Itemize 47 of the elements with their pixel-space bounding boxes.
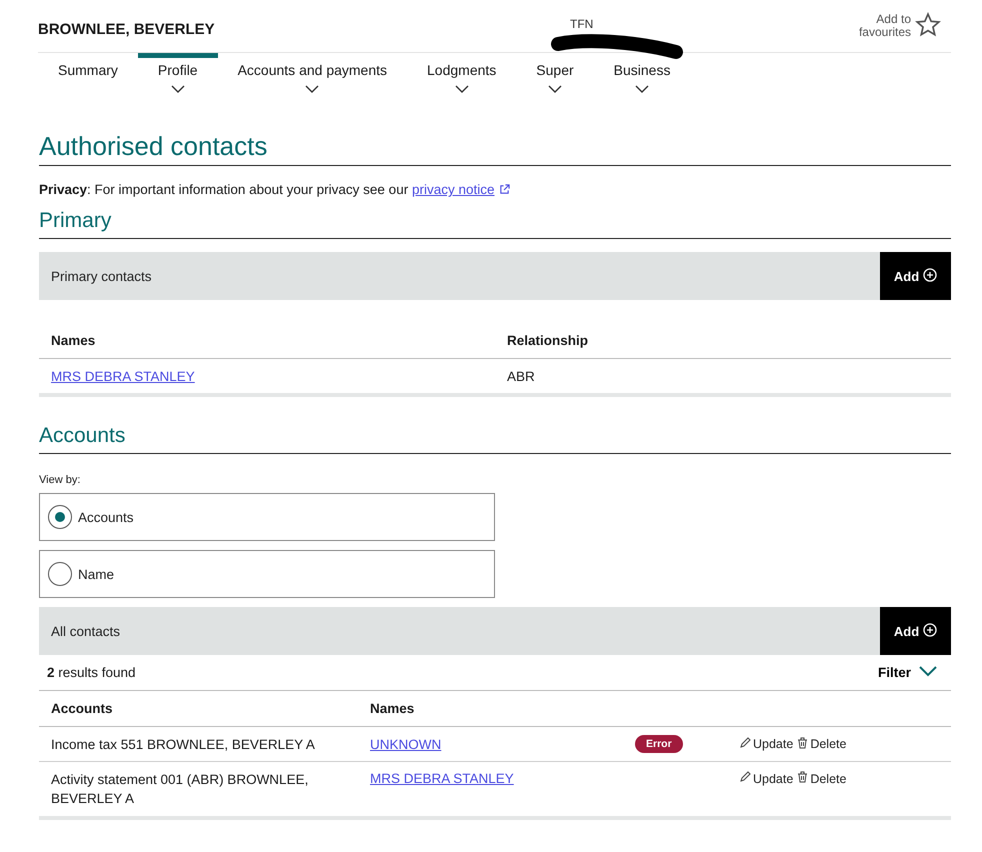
plus-circle-icon — [923, 268, 938, 282]
chevron-down-icon — [919, 666, 937, 677]
delete-button[interactable]: Delete — [797, 736, 846, 752]
view-by-label: View by: — [39, 474, 82, 486]
nav-tab[interactable]: Accounts and payments — [218, 53, 408, 95]
contact-name-link[interactable]: UNKNOWN — [370, 736, 442, 752]
nav-tab[interactable]: Summary — [38, 53, 138, 95]
column-header: Names — [358, 691, 635, 726]
radio-option[interactable]: Name — [39, 550, 495, 598]
filter-button[interactable]: Filter — [872, 664, 943, 681]
results-count: 2 results found — [47, 665, 136, 680]
column-header: Accounts — [39, 691, 358, 726]
column-header: Names — [39, 323, 495, 358]
add-button[interactable]: Add — [880, 252, 951, 300]
pencil-icon — [739, 771, 751, 783]
section-heading: Accounts — [39, 423, 951, 454]
update-button[interactable]: Update — [739, 736, 794, 752]
pencil-icon — [739, 736, 751, 748]
section-bar-title: All contacts — [50, 624, 120, 638]
star-icon[interactable] — [915, 12, 941, 38]
contact-name-link[interactable]: MRS DEBRA STANLEY — [370, 771, 514, 786]
section-heading: Primary — [39, 208, 951, 239]
page-title: Authorised contacts — [39, 131, 951, 166]
tfn-label: TFN — [570, 17, 594, 31]
relationship-cell: ABR — [495, 358, 951, 395]
update-button[interactable]: Update — [739, 771, 794, 786]
plus-circle-icon — [923, 622, 938, 636]
add-button[interactable]: Add — [880, 607, 951, 655]
section-bar-title: Primary contacts — [50, 268, 152, 284]
contact-name-link[interactable]: MRS DEBRA STANLEY — [51, 368, 195, 384]
nav-tab[interactable]: Business — [594, 53, 690, 95]
nav-tab[interactable]: Lodgments — [407, 53, 516, 95]
column-header: Relationship — [495, 323, 951, 358]
nav-tab[interactable]: Profile — [138, 53, 218, 95]
trash-icon — [797, 771, 808, 783]
account-cell: Income tax 551 BROWNLEE, BEVERLEY A — [39, 726, 358, 762]
account-cell: Activity statement 001 (ABR) BROWNLEE, BEVERLEY A — [39, 762, 358, 818]
favourites-label[interactable]: Add to favourites — [851, 13, 911, 39]
delete-button[interactable]: Delete — [797, 771, 846, 786]
privacy-notice-link[interactable]: privacy notice — [412, 182, 494, 197]
client-name: BROWNLEE, BEVERLEY — [38, 20, 215, 38]
privacy-notice-text: Privacy: For important information about your privacy see our privacy notice — [39, 182, 951, 198]
error-badge: Error — [635, 735, 683, 753]
trash-icon — [797, 736, 808, 748]
radio-option[interactable]: Accounts — [39, 493, 495, 541]
external-link-icon — [498, 184, 510, 195]
nav-tab[interactable]: Super — [516, 53, 594, 95]
